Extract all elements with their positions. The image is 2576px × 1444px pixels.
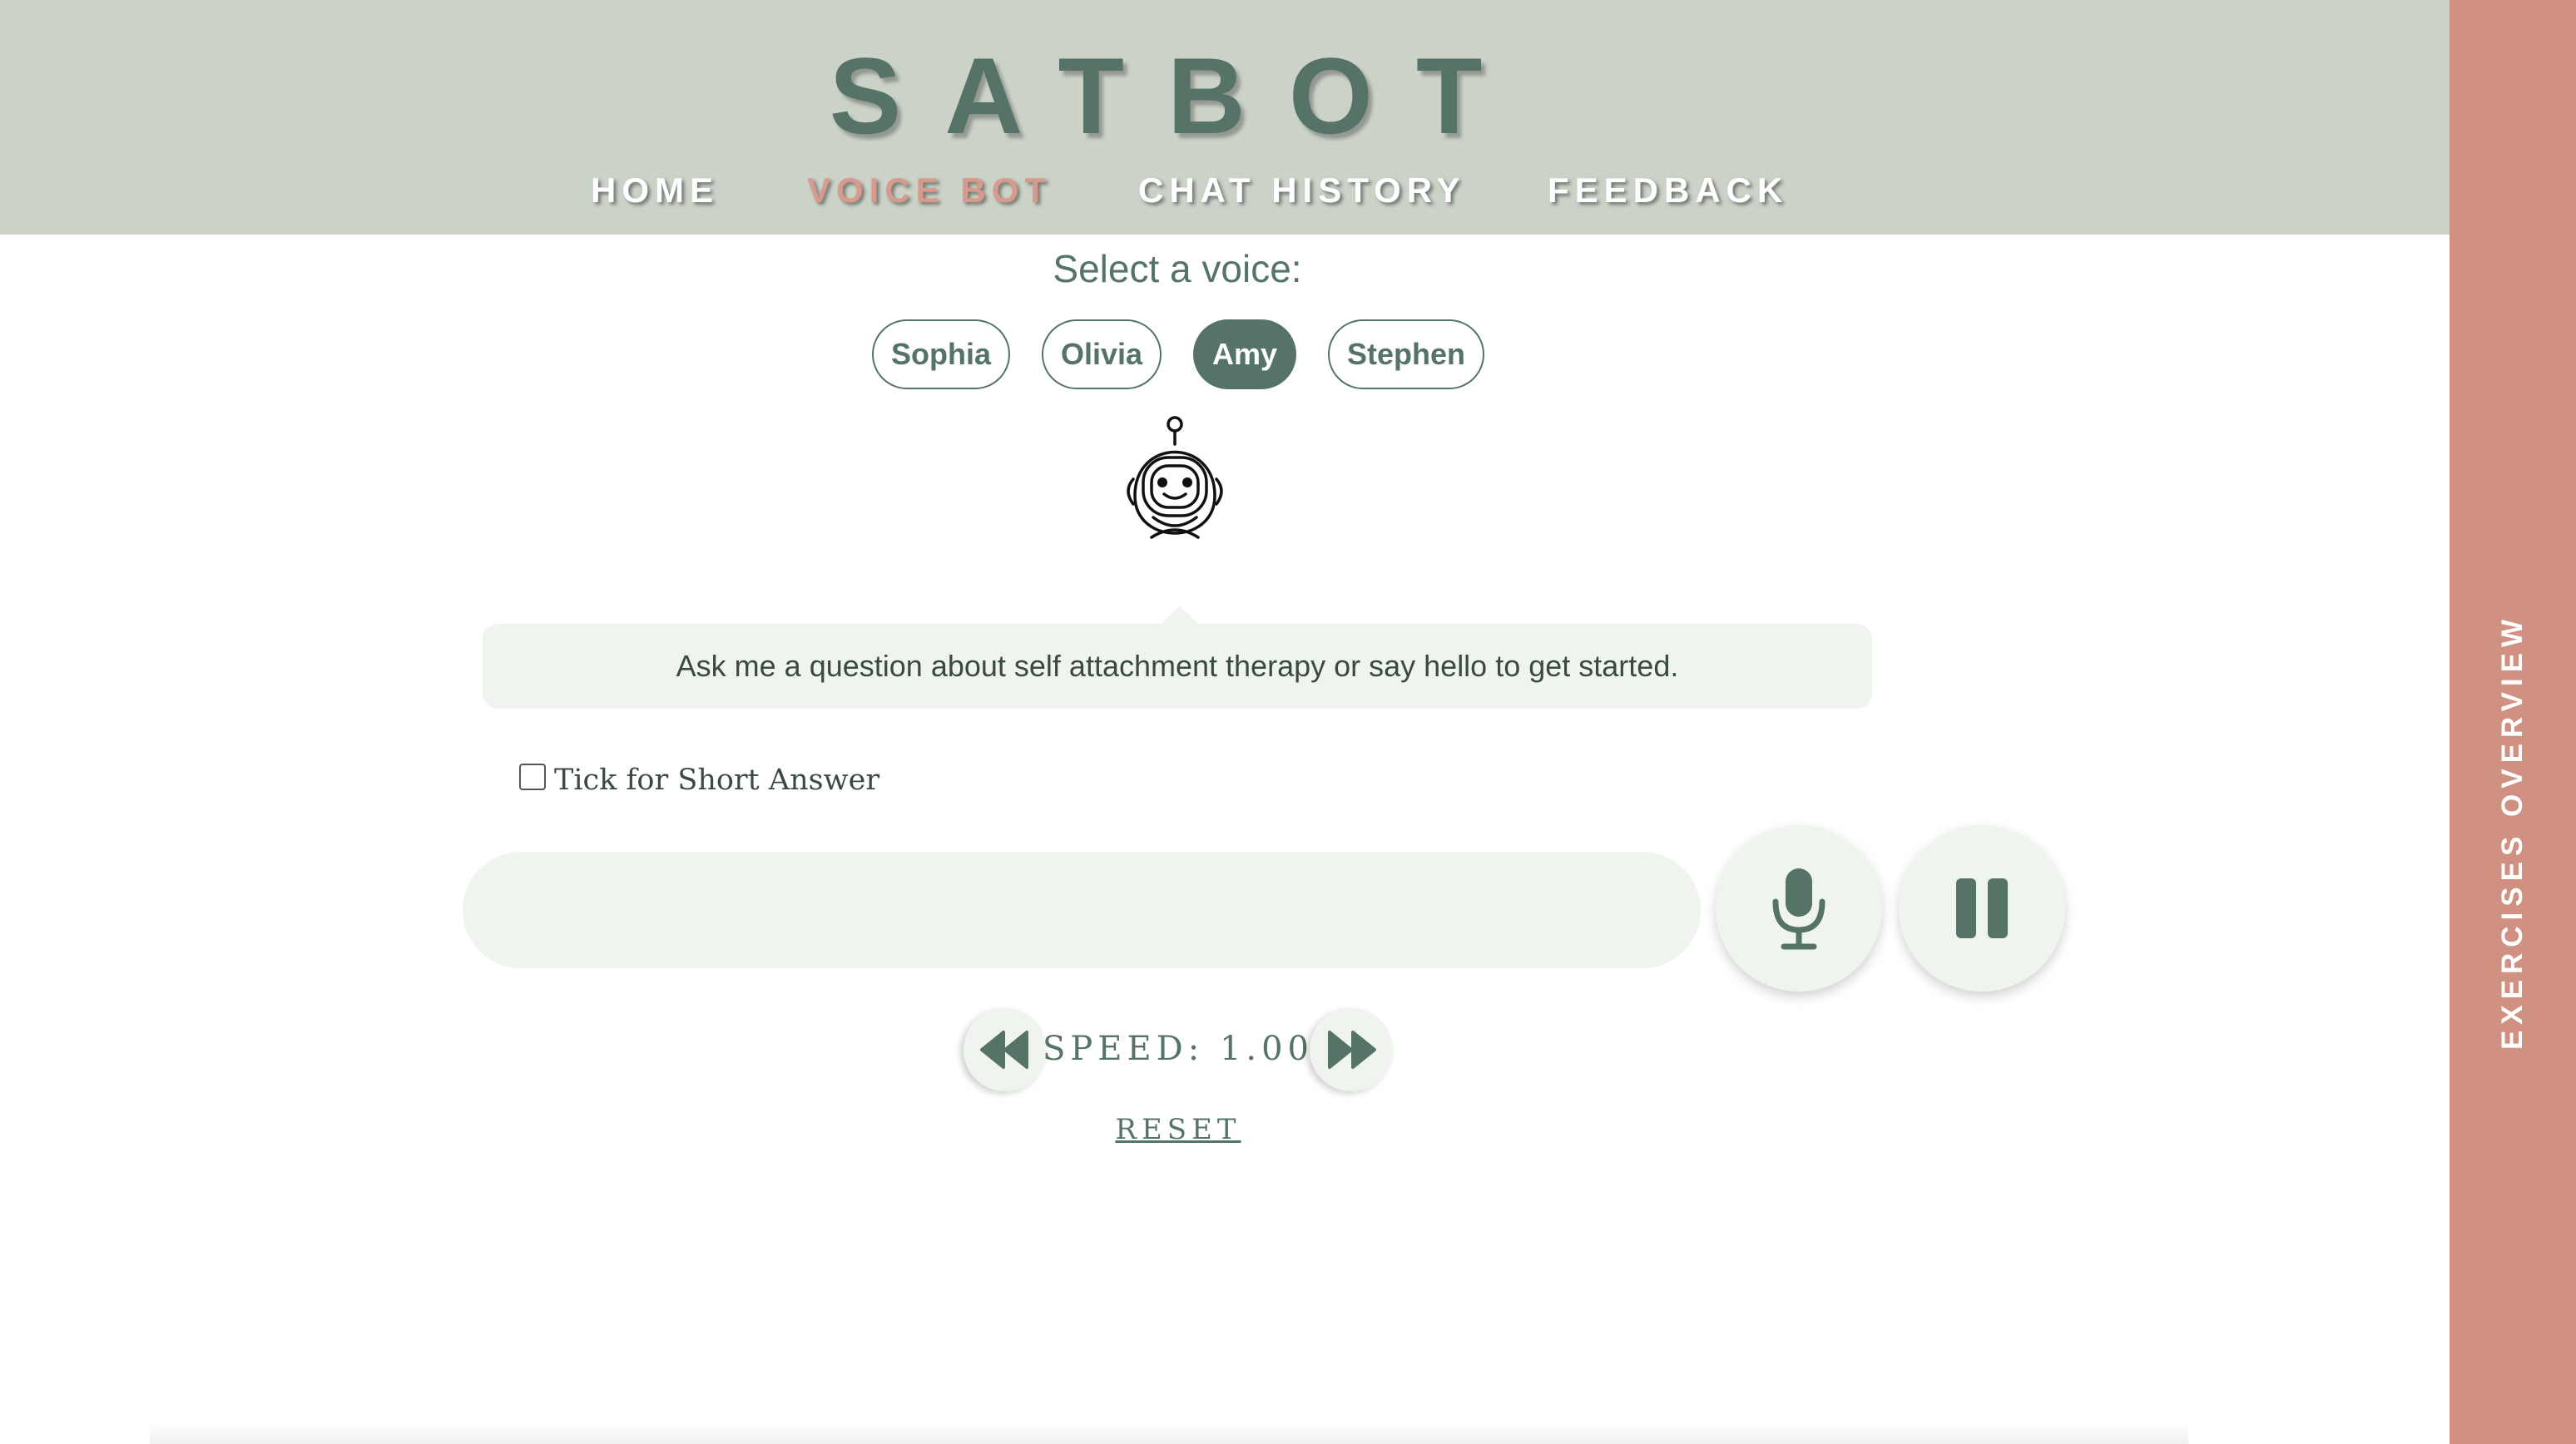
- reset-speed-link[interactable]: RESET: [1062, 1113, 1295, 1146]
- voice-sophia-button[interactable]: Sophia: [872, 319, 1010, 389]
- nav-home[interactable]: HOME: [591, 171, 719, 210]
- voice-amy-button[interactable]: Amy: [1193, 319, 1296, 389]
- speed-readout: SPEED: 1.00: [1042, 1030, 1315, 1068]
- bottom-shadow: [150, 1422, 2188, 1444]
- pause-icon: [1956, 878, 2008, 938]
- voice-olivia-button[interactable]: Olivia: [1042, 319, 1162, 389]
- robot-icon: [1127, 416, 1223, 539]
- select-voice-label: Select a voice:: [1053, 247, 1302, 290]
- logo: SATBOT: [829, 35, 1526, 156]
- microphone-button[interactable]: [1716, 825, 1882, 992]
- microphone-icon: [1772, 868, 1825, 950]
- message-input[interactable]: [463, 852, 1701, 968]
- short-answer-checkbox[interactable]: [519, 764, 546, 790]
- fast-forward-icon: [1328, 1031, 1376, 1069]
- pause-button[interactable]: [1899, 825, 2065, 992]
- nav-chat-history[interactable]: CHAT HISTORY: [1138, 171, 1466, 210]
- rewind-icon: [980, 1031, 1028, 1069]
- short-answer-label[interactable]: Tick for Short Answer: [554, 764, 879, 797]
- bot-message-bubble: Ask me a question about self attachment …: [483, 624, 1872, 709]
- nav-voice-bot[interactable]: VOICE BOT: [807, 171, 1052, 210]
- bubble-tail: [1162, 606, 1198, 624]
- sidebar-label[interactable]: EXERCISES OVERVIEW: [2496, 614, 2529, 1050]
- voice-stephen-button[interactable]: Stephen: [1328, 319, 1484, 389]
- faster-button[interactable]: [1310, 1008, 1393, 1091]
- exercises-overview-sidebar[interactable]: EXERCISES OVERVIEW: [2450, 0, 2576, 1444]
- header: SATBOT HOME VOICE BOT CHAT HISTORY FEEDB…: [0, 0, 2450, 235]
- nav-feedback[interactable]: FEEDBACK: [1548, 171, 1788, 210]
